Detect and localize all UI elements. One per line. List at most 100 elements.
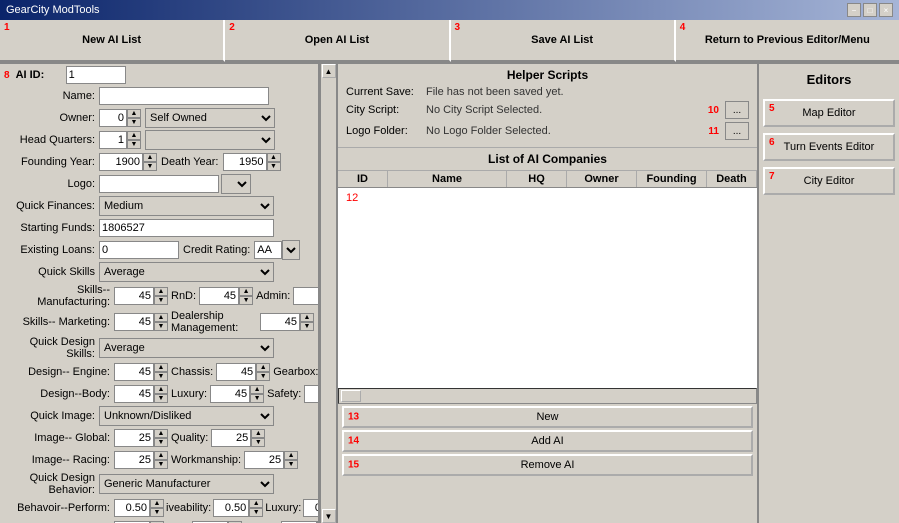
luxury-input[interactable] [210, 385, 250, 403]
death-up-btn[interactable]: ▲ [267, 153, 281, 162]
chassis-up[interactable]: ▲ [256, 363, 270, 372]
quick-finances-select[interactable]: MediumLowHigh [99, 196, 274, 216]
skills-dealer-input[interactable] [260, 313, 300, 331]
perform-down[interactable]: ▼ [150, 508, 164, 517]
logo-select[interactable] [221, 174, 251, 194]
owner-down-btn[interactable]: ▼ [127, 118, 141, 127]
owner-select[interactable]: Self Owned Player Owned [145, 108, 275, 128]
image-workmanship-input[interactable] [244, 451, 284, 469]
companies-h-scrollbar[interactable] [338, 388, 757, 404]
global-down[interactable]: ▼ [154, 438, 168, 447]
racing-down[interactable]: ▼ [154, 460, 168, 469]
scroll-down-btn[interactable]: ▼ [322, 509, 336, 523]
skills-rnd-input[interactable] [199, 287, 239, 305]
logo-input[interactable] [99, 175, 219, 193]
scrollbar-thumb[interactable] [341, 390, 361, 402]
rnd-up[interactable]: ▲ [239, 287, 253, 296]
luxury-up[interactable]: ▲ [250, 385, 264, 394]
credit-rating-input[interactable] [254, 241, 282, 259]
quick-design-behavior-select[interactable]: Generic ManufacturerSportsLuxury [99, 474, 274, 494]
turn-events-editor-button[interactable]: 6 Turn Events Editor [763, 133, 895, 161]
founding-input[interactable] [99, 153, 143, 171]
quality-up[interactable]: ▲ [251, 429, 265, 438]
skills-mkt-row: Skills-- Marketing: ▲▼ Dealership Manage… [4, 310, 314, 334]
map-editor-button[interactable]: 5 Map Editor [763, 99, 895, 127]
scroll-up-btn[interactable]: ▲ [322, 64, 336, 78]
owner-up-btn[interactable]: ▲ [127, 109, 141, 118]
existing-loans-input[interactable] [99, 241, 179, 259]
starting-funds-input[interactable] [99, 219, 274, 237]
skills-rnd-label: RnD: [171, 290, 196, 302]
design-engine-input[interactable] [114, 363, 154, 381]
quick-skills-select[interactable]: AverageLowHigh [99, 262, 274, 282]
engine-up[interactable]: ▲ [154, 363, 168, 372]
close-button[interactable]: × [879, 3, 893, 17]
safety-input[interactable] [304, 385, 320, 403]
dealer-up[interactable]: ▲ [300, 313, 314, 322]
city-script-btn[interactable]: ... [725, 101, 749, 119]
maximize-button[interactable]: □ [863, 3, 877, 17]
behavior-perform-input[interactable] [114, 499, 150, 517]
behavior-perform-row: Behavoir--Perform: ▲▼ iveability: ▲▼ Lux… [4, 498, 314, 518]
skills-mkt-input[interactable] [114, 313, 154, 331]
luxury-down[interactable]: ▼ [250, 394, 264, 403]
perform-up[interactable]: ▲ [150, 499, 164, 508]
open-ai-list-button[interactable]: 2 Open AI List [225, 20, 450, 62]
turn-events-label: Turn Events Editor [784, 141, 875, 153]
skills-admin-input[interactable] [293, 287, 320, 305]
left-panel-scrollbar[interactable]: ▲ ▼ [320, 64, 336, 523]
mkt-up[interactable]: ▲ [154, 313, 168, 322]
logo-folder-btn[interactable]: ... [725, 122, 749, 140]
driveability-spinner: ▲▼ [213, 499, 263, 517]
minimize-button[interactable]: − [847, 3, 861, 17]
image-racing-input[interactable] [114, 451, 154, 469]
death-down-btn[interactable]: ▼ [267, 162, 281, 171]
new-ai-list-button[interactable]: 1 New AI List [0, 20, 225, 62]
add-ai-button[interactable]: 14 Add AI [342, 430, 753, 452]
behavior-luxury-input[interactable] [303, 499, 320, 517]
drive-up[interactable]: ▲ [249, 499, 263, 508]
death-input[interactable] [223, 153, 267, 171]
new-btn-num: 13 [348, 412, 359, 423]
quick-image-select[interactable]: Unknown/DislikedKnownLoved [99, 406, 274, 426]
return-button[interactable]: 4 Return to Previous Editor/Menu [676, 20, 899, 62]
hq-select[interactable] [145, 130, 275, 150]
image-quality-input[interactable] [211, 429, 251, 447]
skills-mfg-input[interactable] [114, 287, 154, 305]
mfg-up[interactable]: ▲ [154, 287, 168, 296]
workmanship-up[interactable]: ▲ [284, 451, 298, 460]
body-up[interactable]: ▲ [154, 385, 168, 394]
workmanship-down[interactable]: ▼ [284, 460, 298, 469]
image-global-input[interactable] [114, 429, 154, 447]
global-up[interactable]: ▲ [154, 429, 168, 438]
drive-down[interactable]: ▼ [249, 508, 263, 517]
credit-rating-select[interactable] [282, 240, 300, 260]
hq-up-btn[interactable]: ▲ [127, 131, 141, 140]
new-button[interactable]: 13 New [342, 406, 753, 428]
hq-spinner-input[interactable] [99, 131, 127, 149]
city-editor-button[interactable]: 7 City Editor [763, 167, 895, 195]
dealer-down[interactable]: ▼ [300, 322, 314, 331]
name-input[interactable] [99, 87, 269, 105]
body-down[interactable]: ▼ [154, 394, 168, 403]
owner-spinner-input[interactable] [99, 109, 127, 127]
hq-down-btn[interactable]: ▼ [127, 140, 141, 149]
rnd-down[interactable]: ▼ [239, 296, 253, 305]
quality-down[interactable]: ▼ [251, 438, 265, 447]
ai-id-input[interactable] [66, 66, 126, 84]
founding-down-btn[interactable]: ▼ [143, 162, 157, 171]
mkt-down[interactable]: ▼ [154, 322, 168, 331]
owner-spinner-btns: ▲ ▼ [127, 109, 141, 127]
chassis-input[interactable] [216, 363, 256, 381]
remove-ai-button[interactable]: 15 Remove AI [342, 454, 753, 476]
quick-design-select[interactable]: AverageLowHigh [99, 338, 274, 358]
founding-up-btn[interactable]: ▲ [143, 153, 157, 162]
engine-down[interactable]: ▼ [154, 372, 168, 381]
design-body-input[interactable] [114, 385, 154, 403]
mfg-down[interactable]: ▼ [154, 296, 168, 305]
chassis-down[interactable]: ▼ [256, 372, 270, 381]
racing-up[interactable]: ▲ [154, 451, 168, 460]
driveability-input[interactable] [213, 499, 249, 517]
return-num: 4 [680, 22, 686, 33]
save-ai-list-button[interactable]: 3 Save AI List [451, 20, 676, 62]
